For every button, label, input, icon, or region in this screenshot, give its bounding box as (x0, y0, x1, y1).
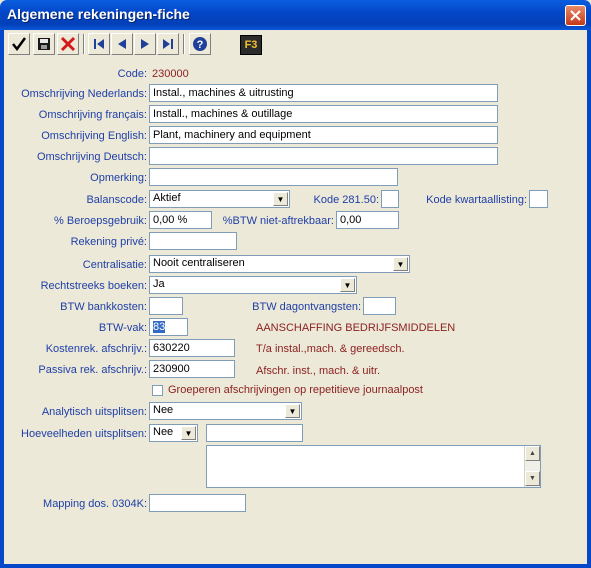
kode-281-label: Kode 281.50: (313, 194, 379, 206)
opmerking-label: Opmerking: (90, 172, 147, 184)
rekening-prive-label: Rekening privé: (70, 236, 147, 248)
chevron-down-icon[interactable]: ▼ (181, 426, 196, 440)
hoeveelheden-memo-textarea[interactable] (206, 445, 541, 488)
omschrijving-de-label: Omschrijving Deutsch: (36, 151, 147, 163)
passiva-afschrijv-label: Passiva rek. afschrijv.: (38, 364, 147, 376)
code-value: 230000 (152, 68, 189, 80)
next-record-button[interactable] (134, 33, 156, 55)
analytisch-uitsplitsen-select[interactable]: Nee ▼ (149, 402, 302, 420)
btw-dagontvangsten-input[interactable] (363, 297, 396, 315)
beroepsgebruik-input[interactable]: 0,00 % (149, 211, 212, 229)
balanscode-select[interactable]: Aktief ▼ (149, 190, 290, 208)
btw-niet-aftrekbaar-input[interactable]: 0,00 (336, 211, 399, 229)
passiva-afschrijv-description: Afschr. inst., mach. & uitr. (256, 365, 381, 377)
delete-icon (60, 36, 76, 52)
hoeveelheden-uitsplitsen-value: Nee (153, 426, 174, 438)
window-frame-right (587, 30, 591, 568)
window-frame-left (0, 30, 4, 568)
omschrijving-de-input[interactable] (149, 147, 498, 165)
previous-record-icon (118, 39, 126, 49)
chevron-down-icon[interactable]: ▼ (273, 192, 288, 206)
save-icon (38, 38, 50, 50)
chevron-down-icon[interactable]: ▼ (340, 278, 355, 292)
btw-dagontvangsten-label: BTW dagontvangsten: (252, 301, 361, 313)
kode-kwartaal-label: Kode kwartaallisting: (426, 194, 527, 206)
analytisch-uitsplitsen-value: Nee (153, 404, 174, 416)
rechtstreeks-boeken-value: Ja (153, 278, 165, 290)
scroll-down-icon[interactable]: ▼ (525, 471, 540, 486)
hoeveelheden-uitsplitsen-select[interactable]: Nee ▼ (149, 424, 198, 442)
mapping-input[interactable] (149, 494, 246, 512)
window-frame-bottom (0, 564, 591, 568)
save-button[interactable] (33, 33, 55, 55)
help-icon: ? (193, 37, 207, 51)
passiva-afschrijv-input[interactable]: 230900 (149, 360, 235, 378)
analytisch-uitsplitsen-label: Analytisch uitsplitsen: (41, 406, 147, 418)
last-record-icon (163, 39, 173, 49)
delete-button[interactable] (57, 33, 79, 55)
btw-vak-value: 83 (153, 321, 166, 333)
code-label: Code: (117, 68, 147, 80)
groeperen-label: Groeperen afschrijvingen op repetitieve … (168, 384, 423, 396)
centralisatie-select[interactable]: Nooit centraliseren ▼ (149, 255, 410, 273)
centralisatie-label: Centralisatie: (82, 259, 147, 271)
omschrijving-en-input[interactable]: Plant, machinery and equipment (149, 126, 498, 144)
toolbar-separator (183, 34, 185, 54)
last-record-button[interactable] (157, 33, 179, 55)
beroepsgebruik-label: % Beroepsgebruik: (54, 215, 147, 227)
omschrijving-en-label: Omschrijving English: (41, 130, 147, 142)
kostenrek-afschrijv-input[interactable]: 630220 (149, 339, 235, 357)
omschrijving-fr-label: Omschrijving français: (38, 109, 147, 121)
omschrijving-nl-input[interactable]: Instal., machines & uitrusting (149, 84, 498, 102)
rechtstreeks-boeken-label: Rechtstreeks boeken: (40, 280, 147, 292)
btw-niet-aftrekbaar-label: %BTW niet-aftrekbaar: (222, 215, 334, 227)
rekening-prive-input[interactable] (149, 232, 237, 250)
btw-bankkosten-label: BTW bankkosten: (60, 301, 147, 313)
rechtstreeks-boeken-select[interactable]: Ja ▼ (149, 276, 357, 294)
window-title: Algemene rekeningen-fiche (7, 6, 190, 22)
close-button[interactable] (565, 5, 586, 26)
chevron-down-icon[interactable]: ▼ (285, 404, 300, 418)
kostenrek-afschrijv-label: Kostenrek. afschrijv.: (45, 343, 147, 355)
btw-bankkosten-input[interactable] (149, 297, 183, 315)
hoeveelheden-uitsplitsen-label: Hoeveelheden uitsplitsen: (21, 428, 147, 440)
kostenrek-afschrijv-description: T/a instal.,mach. & gereedsch. (256, 343, 405, 355)
next-record-icon (141, 39, 149, 49)
omschrijving-fr-input[interactable]: Install., machines & outillage (149, 105, 498, 123)
groeperen-checkbox[interactable] (152, 385, 163, 396)
scroll-up-icon[interactable]: ▲ (525, 446, 540, 461)
hoeveelheden-unit-input[interactable] (206, 424, 303, 442)
btw-vak-label: BTW-vak: (98, 322, 147, 334)
btw-vak-input[interactable]: 83 (149, 318, 188, 336)
memo-scrollbar[interactable]: ▲ ▼ (524, 446, 540, 487)
check-icon (12, 37, 27, 52)
toolbar-separator (83, 34, 85, 54)
close-icon (570, 10, 581, 21)
opmerking-input[interactable] (149, 168, 398, 186)
kode-281-input[interactable] (381, 190, 399, 208)
svg-text:?: ? (197, 39, 204, 51)
balanscode-label: Balanscode: (86, 194, 147, 206)
f3-shortcut-badge[interactable]: F3 (240, 35, 262, 55)
previous-record-button[interactable] (111, 33, 133, 55)
omschrijving-nl-label: Omschrijving Nederlands: (21, 88, 147, 100)
confirm-button[interactable] (8, 33, 30, 55)
mapping-label: Mapping dos. 0304K: (43, 498, 147, 510)
balanscode-value: Aktief (153, 192, 181, 204)
kode-kwartaal-input[interactable] (529, 190, 548, 208)
first-record-button[interactable] (88, 33, 110, 55)
first-record-icon (94, 39, 104, 49)
chevron-down-icon[interactable]: ▼ (393, 257, 408, 271)
btw-vak-description: AANSCHAFFING BEDRIJFSMIDDELEN (256, 322, 456, 334)
centralisatie-value: Nooit centraliseren (153, 257, 245, 269)
help-button[interactable]: ? (189, 33, 211, 55)
